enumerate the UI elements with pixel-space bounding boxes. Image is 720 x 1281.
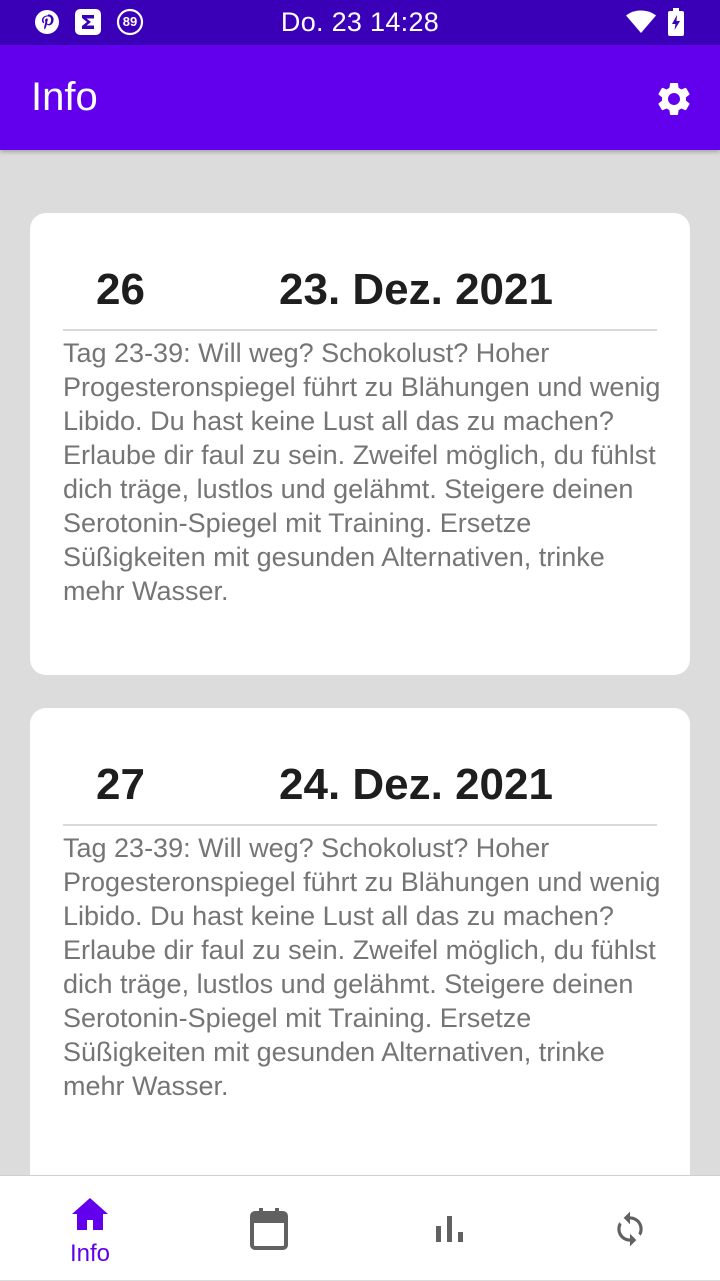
status-time: Do. 23 14:28 — [280, 7, 440, 37]
bar-chart-icon — [436, 1216, 463, 1242]
nav-item-label: Info — [69, 1240, 111, 1267]
status-bar: 89 Do. 23 14:28 — [0, 0, 720, 45]
cycle-day-number: 26 — [96, 265, 145, 314]
page-title: Info — [31, 75, 98, 119]
card-description: Tag 23-39: Will weg? Schokolust? Hoher P… — [63, 833, 661, 1101]
card-divider — [63, 824, 657, 826]
cycle-day-number: 27 — [96, 760, 145, 809]
app-bar: Info — [0, 45, 720, 150]
nav-item-sync[interactable] — [540, 1176, 720, 1281]
nav-item-info[interactable]: Info — [0, 1176, 180, 1281]
info-card: 26 23. Dez. 2021 Tag 23-39: Will weg? Sc… — [30, 213, 690, 675]
home-icon — [72, 1198, 108, 1230]
system-icons — [626, 8, 684, 36]
settings-button[interactable] — [654, 79, 694, 119]
card-divider — [63, 329, 657, 331]
nav-item-calendar[interactable] — [180, 1176, 360, 1281]
nav-item-statistics[interactable] — [360, 1176, 540, 1281]
calendar-icon — [250, 1208, 288, 1250]
info-list[interactable]: 26 23. Dez. 2021 Tag 23-39: Will weg? Sc… — [0, 150, 720, 1175]
card-date: 24. Dez. 2021 — [279, 760, 553, 809]
wifi-icon — [626, 10, 656, 33]
sync-icon — [617, 1211, 643, 1247]
card-description: Tag 23-39: Will weg? Schokolust? Hoher P… — [63, 338, 661, 606]
bottom-navigation: Info — [0, 1175, 720, 1280]
card-date: 23. Dez. 2021 — [279, 265, 553, 314]
gear-icon — [658, 82, 690, 115]
battery-charging-icon — [668, 8, 684, 36]
info-card: 27 24. Dez. 2021 Tag 23-39: Will weg? Sc… — [30, 708, 690, 1175]
